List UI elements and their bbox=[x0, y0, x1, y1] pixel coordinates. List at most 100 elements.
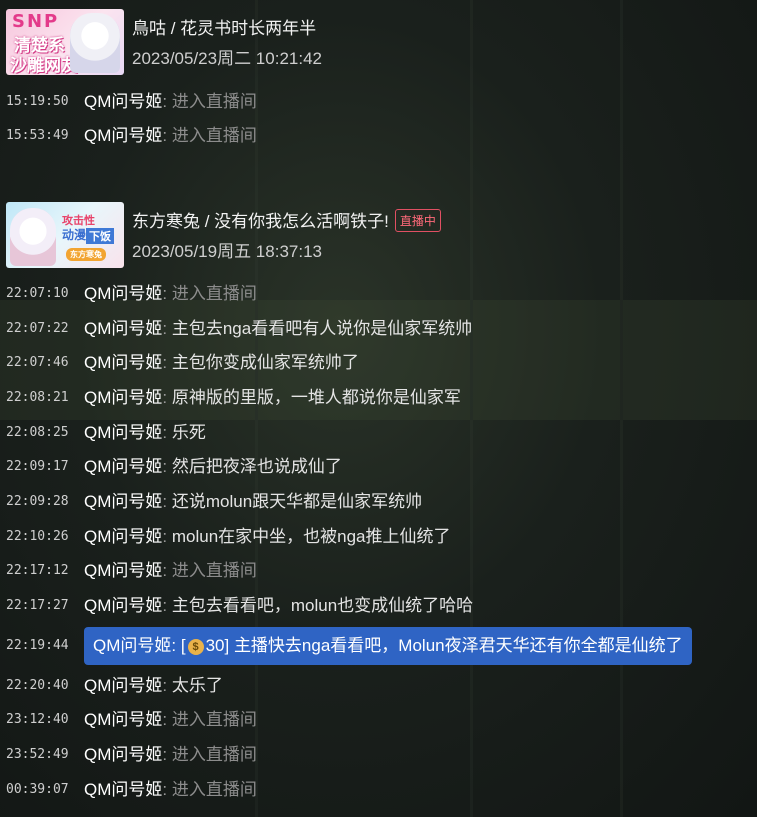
thumb-text: SNP bbox=[12, 11, 60, 32]
separator: : bbox=[162, 457, 172, 476]
thumb-text: 沙雕网友 bbox=[10, 56, 78, 75]
message-timestamp: 22:10:26 bbox=[6, 529, 69, 544]
separator: : bbox=[162, 527, 172, 546]
message-timestamp: 22:19:44 bbox=[6, 638, 69, 653]
username[interactable]: QM问号姬 bbox=[84, 388, 162, 407]
chat-message-row[interactable]: 22:10:26 QM问号姬: molun在家中坐，也被nga推上仙统了 bbox=[0, 522, 757, 552]
message-content: QM问号姬: 主包去看看吧，molun也变成仙统了哈哈 bbox=[84, 591, 473, 621]
stream-title[interactable]: 鳥咕 / 花灵书时长两年半 bbox=[132, 14, 316, 39]
coin-icon: $ bbox=[187, 639, 204, 655]
chat-message-row[interactable]: 22:09:17 QM问号姬: 然后把夜泽也说成仙了 bbox=[0, 452, 757, 482]
username[interactable]: QM问号姬 bbox=[84, 492, 162, 511]
live-badge: 直播中 bbox=[394, 209, 441, 232]
message-text: 太乐了 bbox=[171, 676, 223, 695]
separator: : bbox=[162, 353, 172, 372]
chat-message-row[interactable]: 22:09:28 QM问号姬: 还说molun跟天华都是仙家军统帅 bbox=[0, 487, 757, 517]
message-text: 还说molun跟天华都是仙家军统帅 bbox=[171, 492, 423, 511]
chat-message-row[interactable]: 22:19:44 QM问号姬: [$30] 主播快去nga看看吧，Molun夜泽君… bbox=[0, 627, 757, 665]
message-content: QM问号姬: 还说molun跟天华都是仙家军统帅 bbox=[84, 487, 422, 517]
enter-notice-row[interactable]: 23:52:49 QM问号姬: 进入直播间 bbox=[0, 740, 757, 770]
separator: : bbox=[162, 388, 172, 407]
enter-text: 进入直播间 bbox=[171, 780, 257, 799]
separator: : bbox=[162, 319, 172, 338]
message-content: QM问号姬: 进入直播间 bbox=[84, 87, 257, 117]
enter-text: 进入直播间 bbox=[171, 126, 257, 145]
separator: : bbox=[162, 780, 172, 799]
message-text: 主包你变成仙家军统帅了 bbox=[171, 353, 359, 372]
message-content: QM问号姬: 然后把夜泽也说成仙了 bbox=[84, 452, 342, 482]
separator: : bbox=[162, 745, 172, 764]
username[interactable]: QM问号姬 bbox=[84, 126, 162, 145]
username[interactable]: QM问号姬 bbox=[84, 284, 162, 303]
thumb-text: 东方寒兔 bbox=[66, 248, 106, 261]
enter-notice-row[interactable]: 23:12:40 QM问号姬: 进入直播间 bbox=[0, 705, 757, 735]
chat-message-row[interactable]: 22:07:46 QM问号姬: 主包你变成仙家军统帅了 bbox=[0, 348, 757, 378]
separator: : bbox=[162, 423, 172, 442]
username[interactable]: QM问号姬 bbox=[84, 710, 162, 729]
enter-text: 进入直播间 bbox=[171, 92, 257, 111]
message-timestamp: 22:17:27 bbox=[6, 598, 69, 613]
message-content: QM问号姬: 进入直播间 bbox=[84, 121, 257, 151]
username[interactable]: QM问号姬 bbox=[84, 780, 162, 799]
username[interactable]: QM问号姬 bbox=[84, 92, 162, 111]
username[interactable]: QM问号姬 bbox=[84, 561, 162, 580]
username[interactable]: QM问号姬 bbox=[84, 596, 162, 615]
chat-message-row[interactable]: 22:08:21 QM问号姬: 原神版的里版，一堆人都说你是仙家军 bbox=[0, 383, 757, 413]
stream-title[interactable]: 东方寒兔 / 没有你我怎么活啊铁子! 直播中 bbox=[132, 207, 441, 232]
username[interactable]: QM问号姬 bbox=[84, 353, 162, 372]
thumb-character-art bbox=[70, 13, 120, 73]
message-text: 原神版的里版，一堆人都说你是仙家军 bbox=[171, 388, 461, 407]
message-content: QM问号姬: 主包去nga看看吧有人说你是仙家军统帅 bbox=[84, 314, 472, 344]
chat-message-row[interactable]: 22:07:22 QM问号姬: 主包去nga看看吧有人说你是仙家军统帅 bbox=[0, 314, 757, 344]
separator: : bbox=[162, 492, 172, 511]
message-content: QM问号姬: 进入直播间 bbox=[84, 740, 257, 770]
message-content: QM问号姬: 进入直播间 bbox=[84, 775, 257, 805]
username[interactable]: QM问号姬 bbox=[84, 423, 162, 442]
message-timestamp: 15:19:50 bbox=[6, 94, 69, 109]
message-timestamp: 22:08:21 bbox=[6, 390, 69, 405]
stream-title-text: 东方寒兔 / 没有你我怎么活啊铁子! bbox=[132, 212, 389, 231]
thumb-character-art bbox=[10, 208, 56, 266]
enter-text: 进入直播间 bbox=[171, 284, 257, 303]
stream-title-text: 鳥咕 / 花灵书时长两年半 bbox=[132, 19, 317, 38]
message-timestamp: 22:07:22 bbox=[6, 321, 69, 336]
stream-thumbnail[interactable]: 攻击性 动漫 下饭 东方寒兔 bbox=[6, 202, 124, 268]
stream-date: 2023/05/19周五 18:37:13 bbox=[132, 242, 322, 261]
message-content: QM问号姬: 原神版的里版，一堆人都说你是仙家军 bbox=[84, 383, 461, 413]
message-timestamp: 23:52:49 bbox=[6, 747, 69, 762]
separator: : bbox=[162, 561, 172, 580]
username[interactable]: QM问号姬 bbox=[84, 676, 162, 695]
message-timestamp: 22:20:40 bbox=[6, 678, 69, 693]
message-timestamp: 22:09:28 bbox=[6, 494, 69, 509]
enter-notice-row[interactable]: 15:53:49 QM问号姬: 进入直播间 bbox=[0, 121, 757, 151]
separator: : bbox=[162, 676, 172, 695]
username[interactable]: QM问号姬 bbox=[84, 527, 162, 546]
message-timestamp: 22:08:25 bbox=[6, 425, 69, 440]
enter-notice-row[interactable]: 22:17:12 QM问号姬: 进入直播间 bbox=[0, 556, 757, 586]
message-content: QM问号姬: 太乐了 bbox=[84, 671, 223, 701]
enter-notice-row[interactable]: 15:19:50 QM问号姬: 进入直播间 bbox=[0, 87, 757, 117]
thumb-text: 下饭 bbox=[86, 228, 114, 244]
separator: : bbox=[162, 126, 172, 145]
username[interactable]: QM问号姬 bbox=[93, 636, 171, 655]
message-content: QM问号姬: 进入直播间 bbox=[84, 556, 257, 586]
chat-message-row[interactable]: 22:08:25 QM问号姬: 乐死 bbox=[0, 418, 757, 448]
enter-notice-row[interactable]: 00:39:07 QM问号姬: 进入直播间 bbox=[0, 775, 757, 805]
superchat-amount: 30 bbox=[205, 636, 225, 655]
chat-message-row[interactable]: 22:20:40 QM问号姬: 太乐了 bbox=[0, 671, 757, 701]
username[interactable]: QM问号姬 bbox=[84, 745, 162, 764]
superchat-message[interactable]: QM问号姬: [$30] 主播快去nga看看吧，Molun夜泽君天华还有你全都是… bbox=[84, 627, 692, 665]
stream-thumbnail[interactable]: SNP 清楚系 沙雕网友 bbox=[6, 9, 124, 75]
username[interactable]: QM问号姬 bbox=[84, 457, 162, 476]
message-content: QM问号姬: 主包你变成仙家军统帅了 bbox=[84, 348, 359, 378]
message-text: 乐死 bbox=[171, 423, 206, 442]
stream-date: 2023/05/23周二 10:21:42 bbox=[132, 49, 322, 68]
enter-text: 进入直播间 bbox=[171, 710, 257, 729]
username[interactable]: QM问号姬 bbox=[84, 319, 162, 338]
enter-text: 进入直播间 bbox=[171, 561, 257, 580]
chat-message-row[interactable]: 22:17:27 QM问号姬: 主包去看看吧，molun也变成仙统了哈哈 bbox=[0, 591, 757, 621]
message-timestamp: 22:07:46 bbox=[6, 355, 69, 370]
message-content: QM问号姬: 进入直播间 bbox=[84, 705, 257, 735]
enter-notice-row[interactable]: 22:07:10 QM问号姬: 进入直播间 bbox=[0, 279, 757, 309]
separator: : bbox=[162, 284, 172, 303]
